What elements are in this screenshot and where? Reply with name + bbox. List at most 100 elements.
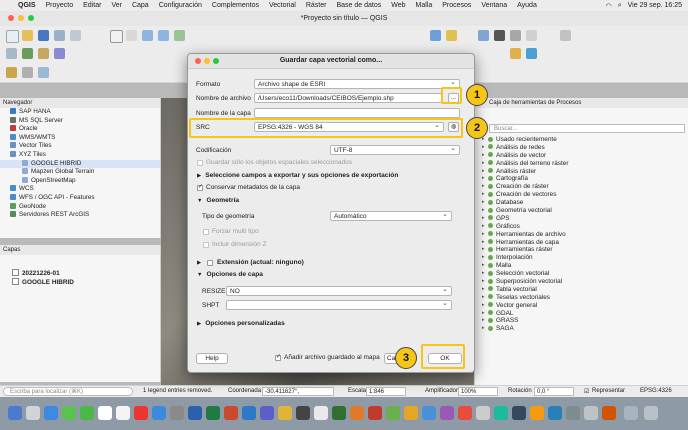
facetime-icon[interactable]: [80, 406, 94, 420]
menu-item[interactable]: Vectorial: [269, 2, 296, 9]
processing-group[interactable]: ▸ Malla: [479, 262, 685, 270]
app-icon[interactable]: [404, 406, 418, 420]
processing-group[interactable]: ▸ Herramientas de archivo: [479, 231, 685, 239]
processing-group[interactable]: ▸ Análisis ráster: [479, 168, 685, 176]
processing-group[interactable]: ▸ Creación de vectores: [479, 191, 685, 199]
add-layer-icon[interactable]: [6, 48, 17, 59]
annotation-icon[interactable]: [560, 30, 571, 41]
menu-item[interactable]: Configuración: [159, 2, 202, 9]
processing-group[interactable]: ▸ Selección vectorial: [479, 270, 685, 278]
browser-item[interactable]: Mapzen Global Terrain: [0, 168, 160, 177]
powerpoint-icon[interactable]: [224, 406, 238, 420]
settings-icon[interactable]: [478, 30, 489, 41]
menu-item[interactable]: Procesos: [442, 2, 471, 9]
close-window-icon[interactable]: [8, 15, 14, 21]
locator-search-input[interactable]: Escriba para localizar (⌘K): [3, 387, 133, 396]
vertex-icon[interactable]: [38, 67, 49, 78]
layer-row[interactable]: 20221226-01: [0, 269, 160, 278]
processing-group[interactable]: ▸ Análisis de redes: [479, 144, 685, 152]
print-layout-icon[interactable]: [70, 30, 81, 41]
app-icon[interactable]: [458, 406, 472, 420]
zoom-dialog-icon[interactable]: [213, 58, 219, 64]
digitize-icon[interactable]: [6, 67, 17, 78]
finder-icon[interactable]: [8, 406, 22, 420]
close-dialog-icon[interactable]: [195, 58, 201, 64]
pan-icon[interactable]: [110, 30, 123, 43]
zoom-out-icon[interactable]: [158, 30, 169, 41]
format-select[interactable]: Archivo shape de ESRI: [254, 79, 460, 89]
menu-item[interactable]: Base de datos: [336, 2, 381, 9]
menu-item[interactable]: Capa: [132, 2, 149, 9]
browser-item[interactable]: GOOGLE HIBRID: [0, 159, 160, 169]
app-store-icon[interactable]: [152, 406, 166, 420]
layer-visibility-checkbox[interactable]: [12, 278, 19, 285]
processing-group[interactable]: ▸ Gráficos: [479, 223, 685, 231]
pan-to-selection-icon[interactable]: [126, 30, 137, 41]
browser-item[interactable]: SAP HANA: [0, 108, 160, 117]
browser-item[interactable]: WFS / OGC API - Features: [0, 193, 160, 203]
extent-checkbox[interactable]: [207, 260, 213, 266]
browser-item[interactable]: GeoNode: [0, 202, 160, 212]
app-icon[interactable]: [566, 406, 580, 420]
attribute-table-icon[interactable]: [526, 30, 537, 41]
wifi-icon[interactable]: ◠: [606, 2, 612, 10]
plugin-icon[interactable]: [526, 48, 537, 59]
layer-row[interactable]: GOOGLE HIBRID: [0, 278, 160, 287]
processing-group[interactable]: ▸ GRASS: [479, 317, 685, 325]
menu-item[interactable]: Editar: [83, 2, 101, 9]
render-checkbox[interactable]: ☑: [584, 388, 589, 395]
menu-item[interactable]: Ventana: [481, 2, 507, 9]
layer-visibility-checkbox[interactable]: [12, 269, 19, 276]
edit-icon[interactable]: [22, 67, 33, 78]
notes-icon[interactable]: [278, 406, 292, 420]
app-icon[interactable]: [350, 406, 364, 420]
select-icon[interactable]: [446, 30, 457, 41]
add-to-map-checkbox[interactable]: [275, 353, 281, 361]
clock-datetime[interactable]: Vie 29 sep. 16:25: [628, 2, 682, 9]
processing-group[interactable]: ▸ Cartografía: [479, 175, 685, 183]
menu-app-name[interactable]: QGIS: [18, 2, 36, 9]
zoom-full-icon[interactable]: [174, 30, 185, 41]
browser-item[interactable]: WMS/WMTS: [0, 133, 160, 143]
app-icon[interactable]: [422, 406, 436, 420]
messages-icon[interactable]: [62, 406, 76, 420]
music-icon[interactable]: [134, 406, 148, 420]
app-icon[interactable]: [368, 406, 382, 420]
processing-group[interactable]: ▸ Vector general: [479, 302, 685, 310]
processing-group[interactable]: ▸ Herramientas de capa: [479, 239, 685, 247]
zoom-window-icon[interactable]: [28, 15, 34, 21]
app-icon[interactable]: [476, 406, 490, 420]
measure-icon[interactable]: [510, 30, 521, 41]
processing-group[interactable]: ▸ SAGA: [479, 325, 685, 333]
safari-icon[interactable]: [44, 406, 58, 420]
processing-group[interactable]: ▸ Creación de ráster: [479, 183, 685, 191]
minimize-dialog-icon[interactable]: [204, 58, 210, 64]
browser-item[interactable]: Oracle: [0, 125, 160, 134]
custom-options-section[interactable]: ▶ Opciones personalizadas: [197, 320, 285, 327]
minimize-window-icon[interactable]: [18, 15, 24, 21]
browser-item[interactable]: WCS: [0, 185, 160, 194]
terminal-icon[interactable]: [296, 406, 310, 420]
processing-group[interactable]: ▸ Superposición vectorial: [479, 278, 685, 286]
add-vector-icon[interactable]: [38, 48, 49, 59]
app-icon[interactable]: [548, 406, 562, 420]
browser-item[interactable]: OpenStreetMap: [0, 176, 160, 186]
layer-options-section[interactable]: ▼ Opciones de capa: [197, 271, 263, 278]
processing-group[interactable]: ▸ Geometría vectorial: [479, 207, 685, 215]
app-icon[interactable]: [494, 406, 508, 420]
shpt-select[interactable]: [226, 300, 452, 310]
geometry-section[interactable]: ▼ Geometría: [197, 197, 239, 204]
app-icon[interactable]: [440, 406, 454, 420]
select-fields-section[interactable]: ▶ Seleccione campos a exportar y sus opci…: [197, 172, 398, 179]
processing-group[interactable]: ▸ Database: [479, 199, 685, 207]
resize-select[interactable]: NO: [226, 286, 452, 296]
processing-group[interactable]: ▸ Análisis del terreno ráster: [479, 160, 685, 168]
processing-group[interactable]: ▸ Teselas vectoriales: [479, 294, 685, 302]
processing-group[interactable]: ▸ GDAL: [479, 310, 685, 318]
save-project-icon[interactable]: [38, 30, 49, 41]
filename-input[interactable]: /Users/eco11/Downloads/CEIBOS/Ejemplo.sh…: [254, 93, 442, 103]
help-button[interactable]: Help: [196, 353, 228, 364]
add-mesh-icon[interactable]: [54, 48, 65, 59]
qgis-icon[interactable]: [386, 406, 400, 420]
teams-icon[interactable]: [260, 406, 274, 420]
